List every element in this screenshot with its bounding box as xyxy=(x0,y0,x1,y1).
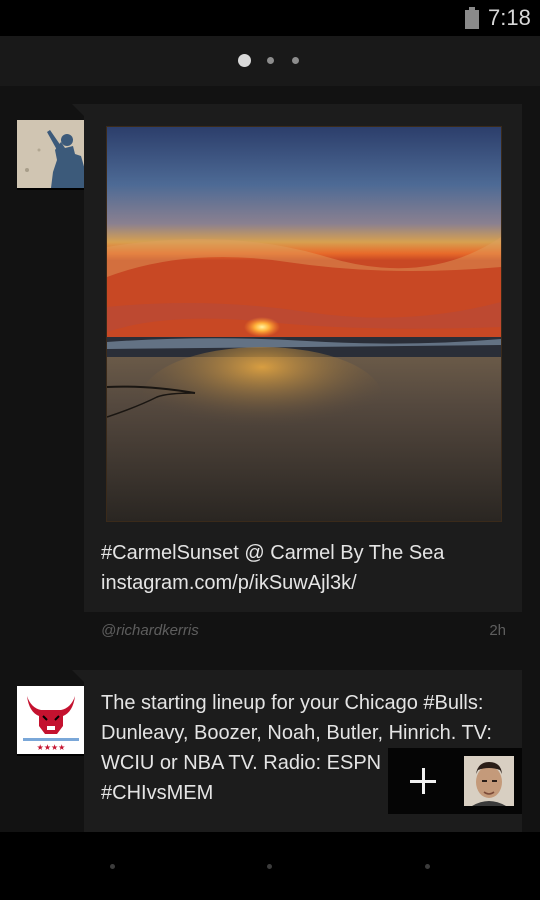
plus-icon[interactable] xyxy=(410,768,436,794)
tweet-media[interactable] xyxy=(106,126,502,522)
bulls-logo-icon: ★★★★ xyxy=(17,686,85,754)
tweet-link[interactable]: instagram.com/p/ikSuwAjl3k/ xyxy=(101,568,512,598)
compose-bar xyxy=(388,748,522,814)
profile-avatar-icon xyxy=(464,756,514,806)
tweet-text-line: The starting lineup for your Chicago #Bu… xyxy=(101,692,484,714)
timeline[interactable]: #CarmelSunset @ Carmel By The Sea instag… xyxy=(0,86,540,832)
home-icon[interactable] xyxy=(267,864,272,869)
user-avatar[interactable]: ★★★★ xyxy=(17,686,85,754)
navigation-bar xyxy=(0,832,540,900)
status-bar: 7:18 xyxy=(0,0,540,36)
sunset-photo-icon xyxy=(107,127,501,521)
tweet-card[interactable]: #CarmelSunset @ Carmel By The Sea instag… xyxy=(72,104,522,612)
tweet-handle[interactable]: @richardkerris xyxy=(101,622,199,639)
user-avatar[interactable] xyxy=(17,120,85,188)
battery-icon xyxy=(465,7,479,29)
user-avatar-shadow-icon xyxy=(17,120,85,188)
account-avatar[interactable] xyxy=(464,756,514,806)
svg-text:★★★★: ★★★★ xyxy=(37,743,66,752)
status-time: 7:18 xyxy=(488,5,531,30)
page-dot-2[interactable] xyxy=(267,57,274,64)
tweet-text-line: #CarmelSunset @ Carmel By The Sea xyxy=(101,542,445,564)
back-icon[interactable] xyxy=(110,864,115,869)
page-dot-3[interactable] xyxy=(292,57,299,64)
page-indicator xyxy=(0,36,540,86)
recents-icon[interactable] xyxy=(425,864,430,869)
tweet-timestamp: 2h xyxy=(489,622,506,639)
tweet-text-line: Dunleavy, Boozer, Noah, Butler, Hinrich.… xyxy=(101,722,492,744)
page-dot-1[interactable] xyxy=(238,54,251,67)
